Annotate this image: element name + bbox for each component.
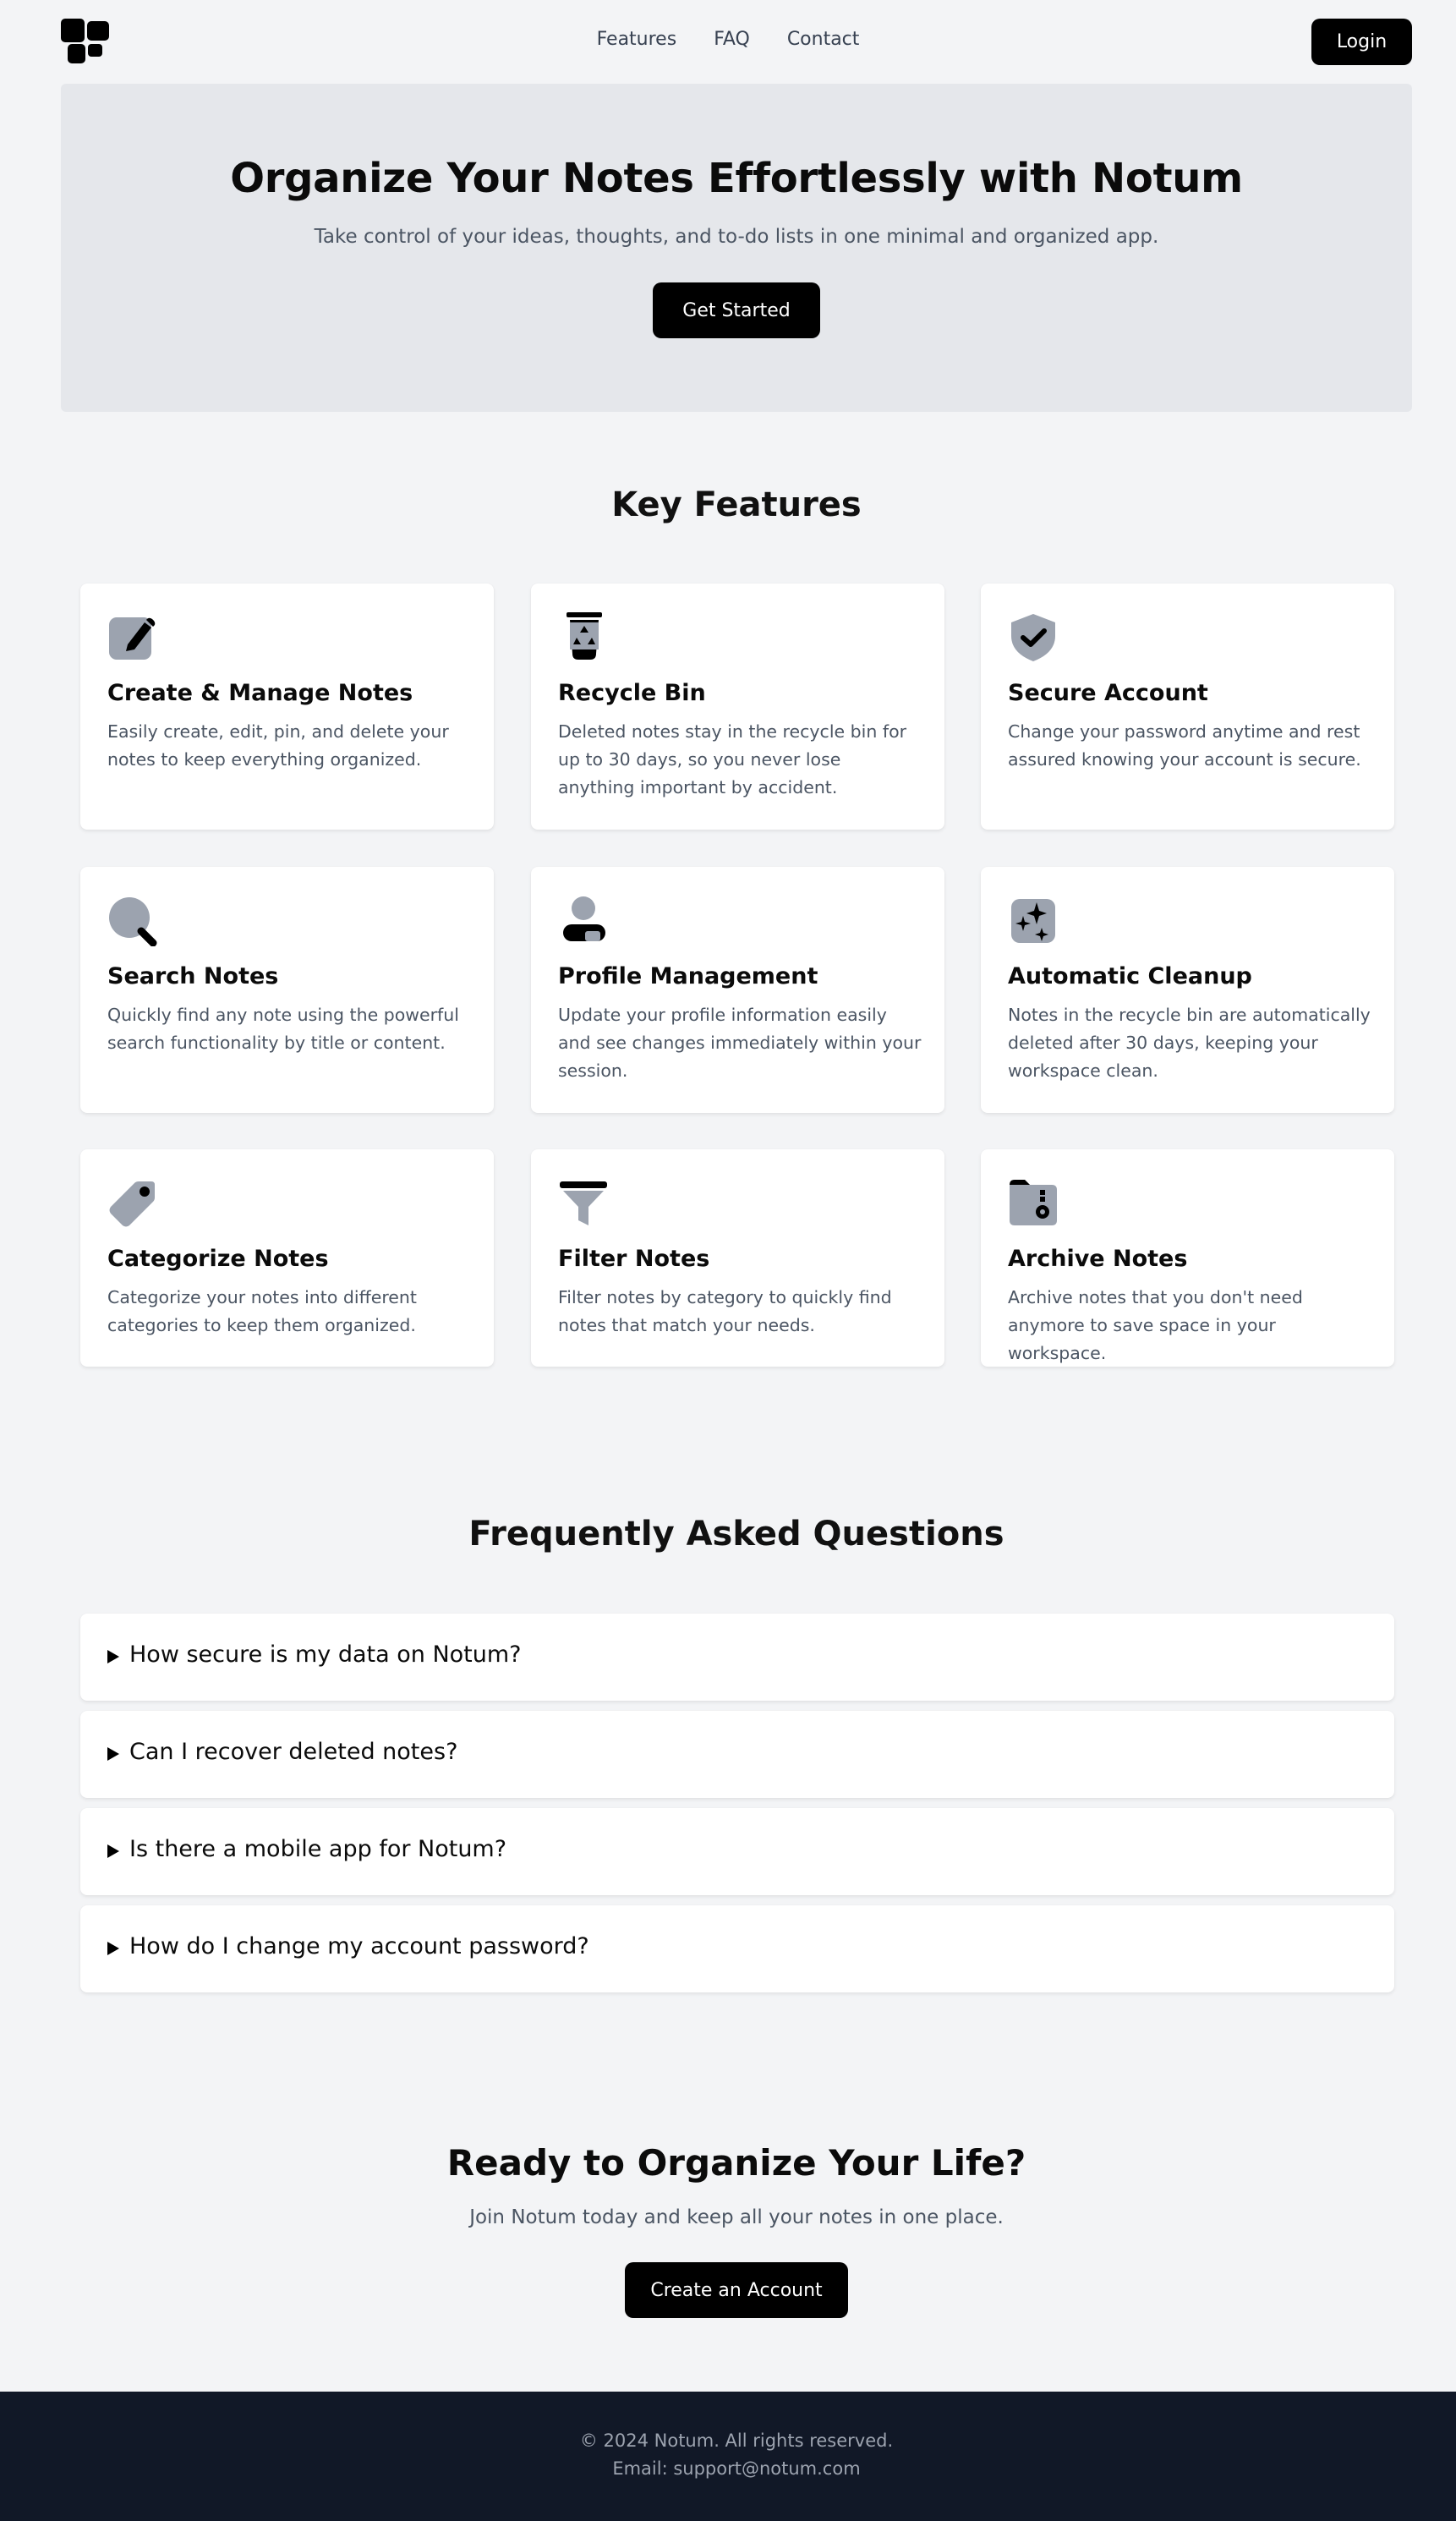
user-profile-icon <box>563 896 605 941</box>
archive-folder-icon <box>1010 1180 1057 1225</box>
faq-item[interactable]: How secure is my data on Notum? <box>80 1614 1394 1701</box>
feature-card-recycle-bin[interactable]: Recycle Bin Deleted notes stay in the re… <box>531 584 944 830</box>
nav-links: Features FAQ Contact <box>0 29 1456 50</box>
shield-check-icon <box>1011 614 1055 661</box>
sparkles-icon <box>1011 899 1055 943</box>
feature-card-automatic-cleanup[interactable]: Automatic Cleanup Notes in the recycle b… <box>981 867 1394 1113</box>
faq-item[interactable]: Can I recover deleted notes? <box>80 1711 1394 1798</box>
feature-description: Categorize your notes into different cat… <box>107 1287 417 1335</box>
feature-card-categorize-notes[interactable]: Categorize Notes Categorize your notes i… <box>80 1149 494 1367</box>
feature-title: Create & Manage Notes <box>107 680 413 706</box>
search-icon <box>109 897 157 946</box>
feature-description: Archive notes that you don't need anymor… <box>1008 1287 1303 1363</box>
top-nav: Features FAQ Contact Login <box>0 0 1456 85</box>
feature-card-archive-notes[interactable]: Archive Notes Archive notes that you don… <box>981 1149 1394 1367</box>
faq-title: Frequently Asked Questions <box>468 1515 1004 1554</box>
create-account-button[interactable]: Create an Account <box>625 2262 848 2318</box>
feature-title: Automatic Cleanup <box>1008 963 1252 989</box>
hero-subtitle: Take control of your ideas, thoughts, an… <box>314 226 1159 248</box>
footer-copyright: © 2024 Notum. All rights reserved. <box>579 2431 894 2451</box>
feature-description: Change your password anytime and rest as… <box>1008 721 1361 770</box>
hero-section: Organize Your Notes Effortlessly with No… <box>61 84 1412 412</box>
login-button[interactable]: Login <box>1311 19 1412 65</box>
cta-title: Ready to Organize Your Life? <box>446 2142 1026 2184</box>
faq-question: How do I change my account password? <box>129 1933 589 1959</box>
feature-title: Search Notes <box>107 963 279 989</box>
faq-question: Can I recover deleted notes? <box>129 1739 458 1765</box>
feature-title: Recycle Bin <box>558 680 706 706</box>
nav-link-faq[interactable]: FAQ <box>714 29 750 50</box>
faq-question: How secure is my data on Notum? <box>129 1641 522 1668</box>
feature-title: Filter Notes <box>558 1246 710 1272</box>
feature-description: Quickly find any note using the powerful… <box>107 1005 459 1053</box>
footer-email[interactable]: Email: support@notum.com <box>0 2458 1456 2479</box>
feature-title: Secure Account <box>1008 680 1208 706</box>
feature-card-filter-notes[interactable]: Filter Notes Filter notes by category to… <box>531 1149 944 1367</box>
feature-card-secure-account[interactable]: Secure Account Change your password anyt… <box>981 584 1394 830</box>
features-title: Key Features <box>611 485 862 524</box>
faq-item[interactable]: How do I change my account password? <box>80 1905 1394 1992</box>
feature-card-search-notes[interactable]: Search Notes Quickly find any note using… <box>80 867 494 1113</box>
expand-triangle-icon <box>107 1650 119 1663</box>
edit-note-icon <box>109 617 156 660</box>
get-started-button[interactable]: Get Started <box>653 282 820 338</box>
expand-triangle-icon <box>107 1747 119 1761</box>
feature-description: Update your profile information easily a… <box>558 1005 922 1081</box>
feature-description: Notes in the recycle bin are automatical… <box>1008 1005 1371 1081</box>
cta-subtitle: Join Notum today and keep all your notes… <box>469 2206 1004 2228</box>
expand-triangle-icon <box>107 1844 119 1858</box>
nav-link-contact[interactable]: Contact <box>787 29 860 50</box>
faq-item[interactable]: Is there a mobile app for Notum? <box>80 1808 1394 1895</box>
feature-description: Deleted notes stay in the recycle bin fo… <box>558 721 907 797</box>
faq-question: Is there a mobile app for Notum? <box>129 1836 507 1862</box>
hero-title: Organize Your Notes Effortlessly with No… <box>230 155 1243 202</box>
feature-title: Archive Notes <box>1008 1246 1188 1272</box>
tag-icon <box>109 1181 155 1227</box>
feature-title: Profile Management <box>558 963 818 989</box>
feature-card-create-manage[interactable]: Create & Manage Notes Easily create, edi… <box>80 584 494 830</box>
expand-triangle-icon <box>107 1942 119 1955</box>
feature-description: Easily create, edit, pin, and delete you… <box>107 721 449 770</box>
footer: © 2024 Notum. All rights reserved. Email… <box>0 2392 1456 2521</box>
recycle-bin-icon <box>567 612 602 660</box>
feature-title: Categorize Notes <box>107 1246 329 1272</box>
filter-icon <box>560 1181 607 1225</box>
feature-description: Filter notes by category to quickly find… <box>558 1287 892 1335</box>
nav-link-features[interactable]: Features <box>597 29 677 50</box>
feature-card-profile-management[interactable]: Profile Management Update your profile i… <box>531 867 944 1113</box>
